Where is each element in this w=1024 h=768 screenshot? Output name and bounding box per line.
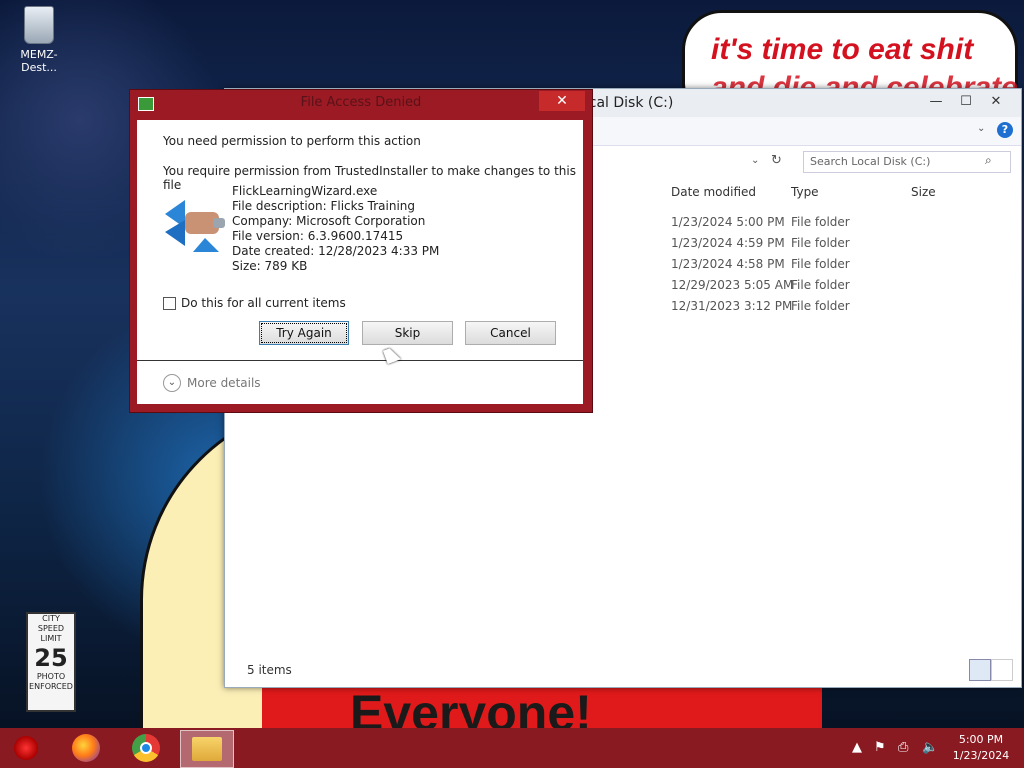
clock-time: 5:00 PM bbox=[958, 733, 1004, 746]
file-details: FlickLearningWizard.exe File description… bbox=[232, 184, 439, 274]
checkbox-label[interactable]: Do this for all current items bbox=[181, 296, 346, 310]
start-button[interactable] bbox=[0, 730, 52, 766]
cancel-button[interactable]: Cancel bbox=[465, 321, 556, 345]
taskbar-clock[interactable]: 5:00 PM 1/23/2024 bbox=[946, 732, 1016, 764]
dialog-title: File Access Denied bbox=[300, 95, 422, 110]
help-icon[interactable]: ? bbox=[997, 122, 1013, 138]
row-type: File folder bbox=[791, 236, 850, 250]
dialog-divider bbox=[137, 360, 583, 361]
row-date: 1/23/2024 4:58 PM bbox=[671, 257, 785, 271]
search-input[interactable]: Search Local Disk (C:) bbox=[803, 151, 1011, 173]
search-icon: ⌕ bbox=[985, 153, 992, 167]
row-type: File folder bbox=[791, 257, 850, 271]
wallpaper-banner: Everyone! bbox=[262, 685, 822, 728]
minimize-button[interactable]: — bbox=[921, 91, 951, 113]
desktop-icon-label: MEMZ-Dest... bbox=[20, 48, 58, 74]
all-items-checkbox[interactable] bbox=[163, 297, 176, 310]
banner-text: Everyone! bbox=[350, 685, 592, 728]
status-item-count: 5 items bbox=[247, 663, 292, 677]
start-icon bbox=[14, 736, 38, 760]
row-date: 1/23/2024 5:00 PM bbox=[671, 215, 785, 229]
taskbar: ▲ ⚑ ⎙ 🔈 5:00 PM 1/23/2024 bbox=[0, 728, 1024, 768]
action-center-flag-icon[interactable]: ⚑ bbox=[874, 740, 886, 755]
file-size: Size: 789 KB bbox=[232, 259, 308, 273]
chrome-taskbar-button[interactable] bbox=[120, 730, 172, 766]
file-name: FlickLearningWizard.exe bbox=[232, 184, 378, 198]
close-button[interactable]: ✕ bbox=[981, 91, 1011, 113]
chrome-icon bbox=[132, 734, 160, 762]
address-dropdown-icon[interactable]: ⌄ bbox=[751, 155, 759, 166]
folder-icon bbox=[192, 737, 222, 761]
file-explorer-taskbar-button[interactable] bbox=[180, 730, 234, 768]
speech-text-line1: it's time to eat shit bbox=[711, 33, 974, 66]
speed-limit-sign: CITY SPEED LIMIT 25 PHOTO ENFORCED bbox=[26, 612, 76, 712]
file-description: File description: Flicks Training bbox=[232, 199, 416, 213]
recycle-bin-icon bbox=[24, 6, 54, 44]
try-again-button[interactable]: Try Again bbox=[259, 321, 349, 345]
file-created: Date created: 12/28/2023 4:33 PM bbox=[232, 244, 440, 258]
ribbon-expand-icon[interactable]: ⌄ bbox=[977, 123, 985, 134]
row-type: File folder bbox=[791, 215, 850, 229]
row-type: File folder bbox=[791, 278, 850, 292]
firefox-icon bbox=[72, 734, 100, 762]
firefox-taskbar-button[interactable] bbox=[60, 730, 112, 766]
file-company: Company: Microsoft Corporation bbox=[232, 214, 426, 228]
row-date: 1/23/2024 4:59 PM bbox=[671, 236, 785, 250]
row-date: 12/31/2023 3:12 PM bbox=[671, 299, 793, 313]
chevron-down-icon[interactable]: ⌄ bbox=[163, 374, 181, 392]
flicks-training-icon bbox=[165, 200, 225, 252]
network-icon[interactable]: ⎙ bbox=[898, 740, 908, 755]
file-access-denied-dialog: File Access Denied ✕ You need permission… bbox=[129, 89, 593, 413]
dialog-body: You need permission to perform this acti… bbox=[137, 120, 583, 404]
show-hidden-icons-icon[interactable]: ▲ bbox=[852, 740, 862, 755]
maximize-button[interactable]: ☐ bbox=[951, 91, 981, 113]
desktop-icon-recycle-bin[interactable]: MEMZ-Dest... bbox=[4, 6, 74, 74]
column-size[interactable]: Size bbox=[911, 185, 936, 199]
details-view-icon[interactable] bbox=[969, 659, 991, 681]
dialog-heading: You need permission to perform this acti… bbox=[163, 134, 421, 148]
dialog-close-button[interactable]: ✕ bbox=[539, 91, 585, 111]
sign-top-text: CITY SPEED LIMIT bbox=[37, 614, 65, 643]
skip-button[interactable]: Skip bbox=[362, 321, 453, 345]
more-details-link[interactable]: More details bbox=[187, 376, 261, 390]
column-date-modified[interactable]: Date modified bbox=[671, 185, 756, 199]
file-version: File version: 6.3.9600.17415 bbox=[232, 229, 404, 243]
row-date: 12/29/2023 5:05 AM bbox=[671, 278, 794, 292]
large-icons-view-icon[interactable] bbox=[991, 659, 1013, 681]
sign-bottom-text: PHOTO ENFORCED bbox=[29, 672, 73, 691]
sign-number: 25 bbox=[34, 644, 68, 672]
row-type: File folder bbox=[791, 299, 850, 313]
refresh-icon[interactable]: ↻ bbox=[771, 153, 782, 168]
volume-muted-icon[interactable]: 🔈 bbox=[922, 740, 938, 755]
column-type[interactable]: Type bbox=[791, 185, 819, 199]
clock-date: 1/23/2024 bbox=[952, 749, 1010, 762]
